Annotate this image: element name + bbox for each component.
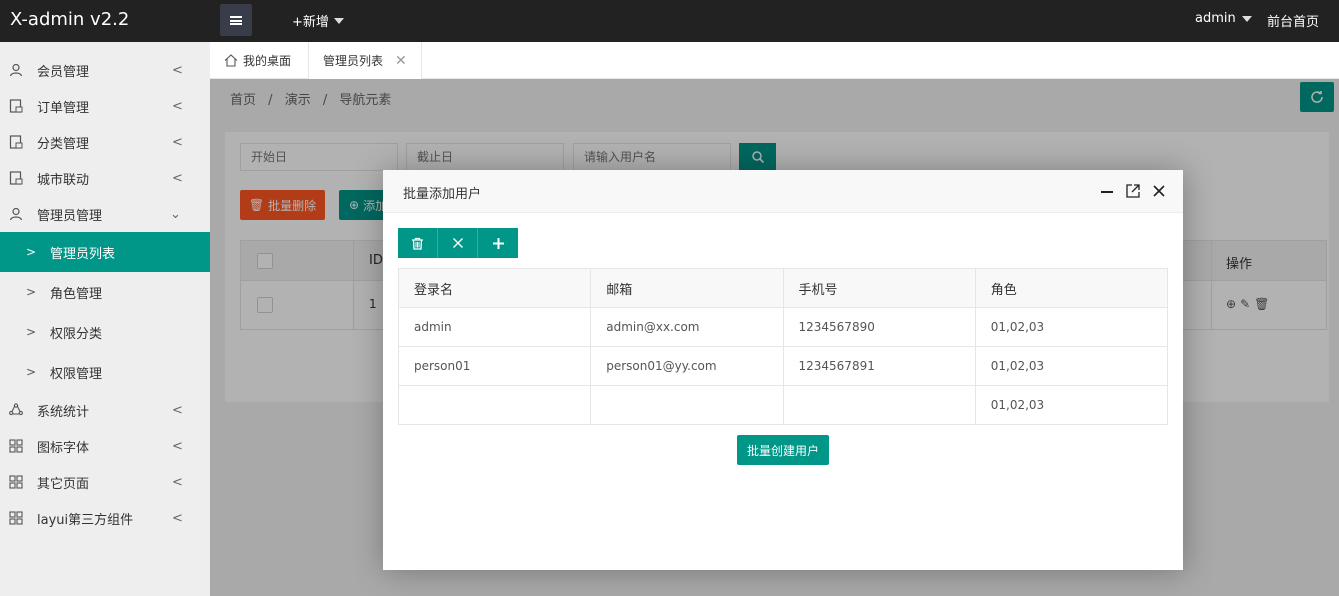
frontend-home-link[interactable]: 前台首页: [1267, 11, 1319, 30]
close-icon: [1153, 185, 1165, 197]
modal-toolbar: [398, 228, 518, 258]
phone-cell[interactable]: [782, 385, 976, 425]
column-header-role: 角色: [974, 268, 1169, 308]
column-header-login: 登录名: [397, 268, 592, 308]
phone-cell[interactable]: 1234567891: [782, 346, 976, 386]
maximize-button[interactable]: [1125, 183, 1141, 199]
hamburger-icon: [230, 15, 242, 25]
tab-admin-list[interactable]: 管理员列表 ✕: [308, 42, 422, 79]
add-new-dropdown[interactable]: +新增: [292, 11, 344, 30]
user-menu[interactable]: admin: [1195, 11, 1252, 26]
close-icon: [452, 238, 463, 248]
delete-row-button[interactable]: [398, 228, 438, 258]
batch-add-users-modal: 批量添加用户 登录名 邮箱 手机号 角色 admin admin@xx.com …: [383, 170, 1183, 570]
batch-create-users-button[interactable]: 批量创建用户: [737, 435, 829, 465]
caret-down-icon: [333, 17, 344, 24]
tab-home[interactable]: 我的桌面: [224, 42, 291, 79]
minimize-button[interactable]: [1099, 183, 1115, 199]
table-row[interactable]: 01,02,03: [397, 385, 1169, 425]
grid-header-row: 登录名 邮箱 手机号 角色: [397, 268, 1169, 308]
column-header-phone: 手机号: [782, 268, 976, 308]
trash-icon: [412, 237, 423, 250]
menu-toggle-button[interactable]: [220, 4, 252, 36]
plus-icon: [492, 237, 504, 249]
role-cell[interactable]: 01,02,03: [974, 385, 1169, 425]
add-row-button[interactable]: [478, 228, 518, 258]
email-cell[interactable]: admin@xx.com: [590, 307, 784, 347]
home-icon: [224, 54, 238, 67]
user-name: admin: [1195, 11, 1236, 26]
tab-active-label: 管理员列表: [323, 54, 384, 68]
tab-home-label: 我的桌面: [243, 54, 292, 68]
role-cell[interactable]: 01,02,03: [974, 307, 1169, 347]
sidebar-backdrop: [0, 42, 210, 596]
role-cell[interactable]: 01,02,03: [974, 346, 1169, 386]
table-row[interactable]: admin admin@xx.com 1234567890 01,02,03: [397, 307, 1169, 347]
users-grid: 登录名 邮箱 手机号 角色 admin admin@xx.com 1234567…: [397, 268, 1169, 425]
clear-button[interactable]: [438, 228, 478, 258]
login-cell[interactable]: [397, 385, 592, 425]
phone-cell[interactable]: 1234567890: [782, 307, 976, 347]
top-navbar: X-admin v2.2 +新增 admin 前台首页: [0, 0, 1339, 42]
minimize-icon: [1101, 191, 1113, 193]
modal-header: 批量添加用户: [383, 170, 1183, 213]
table-row[interactable]: person01 person01@yy.com 1234567891 01,0…: [397, 346, 1169, 386]
caret-down-icon: [1241, 15, 1252, 22]
email-cell[interactable]: person01@yy.com: [590, 346, 784, 386]
close-button[interactable]: [1151, 183, 1167, 199]
modal-title: 批量添加用户: [403, 187, 482, 202]
maximize-icon: [1126, 184, 1140, 198]
app-logo[interactable]: X-admin v2.2: [10, 9, 129, 30]
add-new-label: +新增: [292, 15, 329, 30]
login-cell[interactable]: admin: [397, 307, 592, 347]
column-header-email: 邮箱: [590, 268, 784, 308]
tab-bar: 我的桌面 管理员列表 ✕: [210, 42, 1339, 79]
email-cell[interactable]: [590, 385, 784, 425]
login-cell[interactable]: person01: [397, 346, 592, 386]
close-icon[interactable]: ✕: [395, 53, 407, 69]
